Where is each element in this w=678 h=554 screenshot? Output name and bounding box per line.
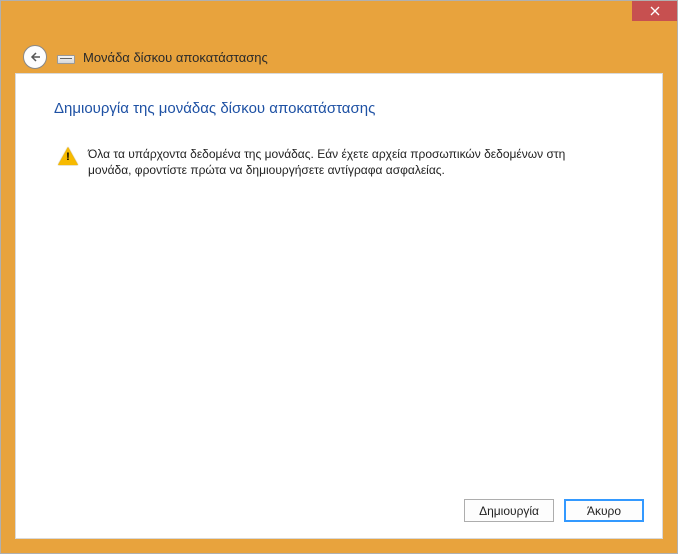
warning-text: Όλα τα υπάρχοντα δεδομένα της μονάδας. Ε…: [88, 146, 610, 178]
drive-icon: [57, 50, 75, 64]
window-title: Μονάδα δίσκου αποκατάστασης: [83, 50, 268, 65]
warning-icon: !: [58, 146, 78, 166]
back-button[interactable]: [23, 45, 47, 69]
header-bar: Μονάδα δίσκου αποκατάστασης: [23, 39, 655, 75]
arrow-left-icon: [29, 51, 41, 63]
create-button[interactable]: Δημιουργία: [464, 499, 554, 522]
page-heading: Δημιουργία της μονάδας δίσκου αποκατάστα…: [54, 100, 624, 117]
cancel-button[interactable]: Άκυρο: [564, 499, 644, 522]
close-button[interactable]: [632, 1, 677, 21]
warning-block: ! Όλα τα υπάρχοντα δεδομένα της μονάδας.…: [58, 146, 610, 178]
button-row: Δημιουργία Άκυρο: [464, 499, 644, 522]
content-panel: Δημιουργία της μονάδας δίσκου αποκατάστα…: [15, 73, 663, 539]
wizard-window: Μονάδα δίσκου αποκατάστασης Δημιουργία τ…: [0, 0, 678, 554]
close-icon: [650, 6, 660, 16]
